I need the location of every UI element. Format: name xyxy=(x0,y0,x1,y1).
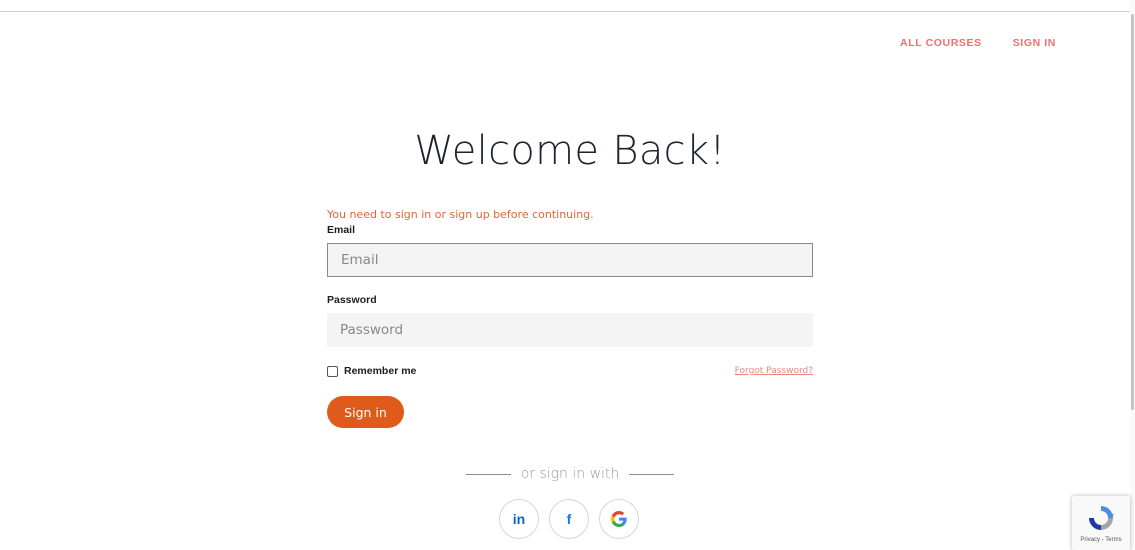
social-divider-text: or sign in with xyxy=(520,466,620,482)
email-placeholder: Email xyxy=(341,252,379,268)
email-label: Email xyxy=(327,224,356,236)
form-options-row: Remember me Forgot Password? xyxy=(327,365,813,377)
forgot-password-link[interactable]: Forgot Password? xyxy=(735,366,813,376)
sign-in-button[interactable]: Sign in xyxy=(327,396,404,428)
social-divider: or sign in with xyxy=(0,466,1135,482)
top-divider xyxy=(0,11,1130,12)
linkedin-login-button[interactable]: in xyxy=(499,499,539,539)
password-placeholder: Password xyxy=(340,322,404,338)
nav-sign-in-link[interactable]: SIGN IN xyxy=(1013,37,1056,49)
top-nav: ALL COURSES SIGN IN xyxy=(900,37,1056,49)
linkedin-icon: in xyxy=(512,511,526,527)
divider-line-left xyxy=(465,473,511,475)
page-title: Welcome Back! xyxy=(414,128,726,174)
password-field[interactable]: Password xyxy=(327,313,813,347)
alert-message: You need to sign in or sign up before co… xyxy=(327,208,594,221)
divider-line-right xyxy=(629,473,675,475)
remember-me-label: Remember me xyxy=(344,365,417,377)
facebook-icon: f xyxy=(566,511,572,527)
nav-all-courses-link[interactable]: ALL COURSES xyxy=(900,37,982,49)
recaptcha-terms[interactable]: Privacy - Terms xyxy=(1072,537,1130,543)
scrollbar-thumb[interactable] xyxy=(1131,14,1134,410)
password-label: Password xyxy=(327,294,377,306)
email-field[interactable]: Email xyxy=(327,243,813,277)
google-login-button[interactable] xyxy=(599,499,639,539)
social-login-buttons: in f xyxy=(499,499,639,539)
recaptcha-icon xyxy=(1089,506,1114,530)
remember-me-checkbox[interactable] xyxy=(327,365,338,377)
sign-in-form: You need to sign in or sign up before co… xyxy=(327,208,813,428)
recaptcha-badge[interactable]: Privacy - Terms xyxy=(1072,496,1130,550)
google-icon xyxy=(611,511,627,527)
remember-me-control[interactable]: Remember me xyxy=(327,365,416,377)
facebook-login-button[interactable]: f xyxy=(549,499,589,539)
